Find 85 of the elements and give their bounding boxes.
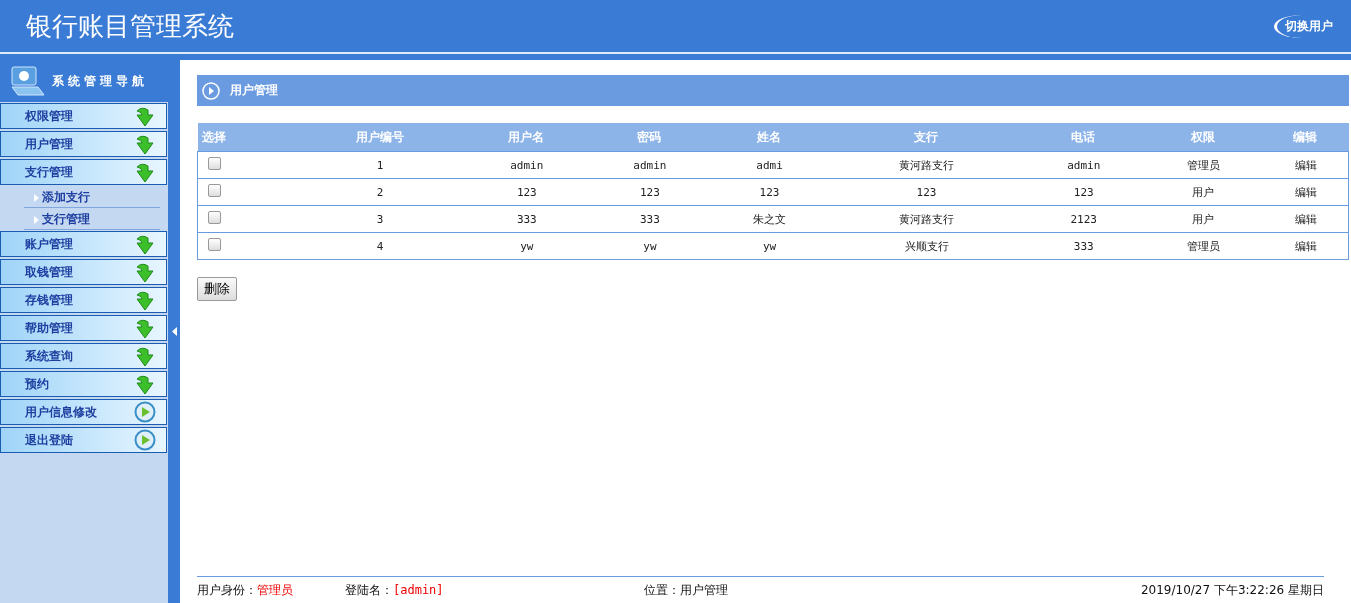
arrow-down-icon [134, 317, 156, 339]
panel-title: 用户管理 [230, 82, 278, 99]
arrow-down-icon [134, 233, 156, 255]
nav-item[interactable]: 存钱管理 [0, 287, 167, 313]
nav-item[interactable]: 预约 [0, 371, 167, 397]
edit-link[interactable]: 编辑 [1294, 185, 1317, 199]
arrow-down-icon [134, 105, 156, 127]
location-text: 位置：用户管理 [643, 581, 728, 599]
table-cell: 用户 [1143, 205, 1264, 233]
nav-title: 系统管理导航 [52, 72, 148, 90]
nav-subitem[interactable]: 添加支行 [24, 188, 160, 208]
arrow-down-icon [134, 373, 156, 395]
nav-item[interactable]: 用户管理 [0, 131, 167, 157]
table-cell: admin [589, 151, 710, 179]
arrow-down-icon [134, 161, 156, 183]
nav-item[interactable]: 账户管理 [0, 231, 167, 257]
table-cell: 黄河路支行 [829, 151, 1024, 179]
arrow-down-icon [134, 289, 156, 311]
checkbox[interactable] [208, 238, 221, 251]
table-cell: 333 [589, 205, 710, 233]
arrow-down-icon [134, 345, 156, 367]
column-header: 权限 [1143, 123, 1264, 152]
collapse-icon[interactable] [171, 327, 177, 336]
nav-item[interactable]: 支行管理 [0, 159, 167, 185]
edit-link[interactable]: 编辑 [1294, 239, 1317, 253]
laptop-icon [8, 65, 46, 97]
column-header: 密码 [589, 123, 710, 152]
checkbox[interactable] [208, 157, 221, 170]
column-header: 支行 [829, 123, 1024, 152]
table-cell: 2 [296, 178, 464, 206]
circle-play-icon [202, 81, 220, 100]
table-cell: 用户 [1143, 178, 1264, 206]
nav-item[interactable]: 系统查询 [0, 343, 167, 369]
table-cell: admin [463, 151, 590, 179]
table-cell: 管理员 [1143, 232, 1264, 260]
table-cell: 黄河路支行 [829, 205, 1024, 233]
table-cell: 123 [1023, 178, 1144, 206]
table-cell: 123 [829, 178, 1024, 206]
triangle-icon [34, 193, 39, 202]
login-label: 登陆名： [345, 581, 393, 599]
identity-value: 管理员 [257, 581, 293, 599]
nav-item[interactable]: 用户信息修改 [0, 399, 167, 425]
nav-item[interactable]: 退出登陆 [0, 427, 167, 453]
table-cell: yw [463, 232, 590, 260]
table-cell: 1 [296, 151, 464, 179]
edit-link[interactable]: 编辑 [1294, 212, 1317, 226]
table-cell: 兴顺支行 [829, 232, 1024, 260]
column-header: 选择 [197, 123, 297, 152]
nav-item[interactable]: 权限管理 [0, 103, 167, 129]
delete-button[interactable]: 删除 [197, 277, 237, 301]
table-cell: yw [589, 232, 710, 260]
table-cell: admi [709, 151, 830, 179]
column-header: 电话 [1023, 123, 1144, 152]
app-title: 银行账目管理系统 [26, 9, 234, 43]
table-cell: admin [1023, 151, 1144, 179]
checkbox[interactable] [208, 211, 221, 224]
table-cell: 管理员 [1143, 151, 1264, 179]
table-cell: 2123 [1023, 205, 1144, 233]
play-icon [134, 429, 156, 451]
table-cell: 4 [296, 232, 464, 260]
column-header: 姓名 [709, 123, 830, 152]
table-cell: 3 [296, 205, 464, 233]
table-cell: 123 [463, 178, 590, 206]
play-icon [134, 401, 156, 423]
arrow-down-icon [134, 261, 156, 283]
datetime-text: 2019/10/27 下午3:22:26 星期日 [1140, 581, 1324, 599]
edit-link[interactable]: 编辑 [1294, 158, 1317, 172]
table-cell: 333 [463, 205, 590, 233]
table-cell: 123 [589, 178, 710, 206]
table-cell: 333 [1023, 232, 1144, 260]
nav-item[interactable]: 取钱管理 [0, 259, 167, 285]
identity-label: 用户身份： [197, 581, 257, 599]
nav-subitem[interactable]: 支行管理 [24, 210, 160, 230]
table-cell: 朱之文 [709, 205, 830, 233]
column-header: 用户名 [463, 123, 590, 152]
column-header: 编辑 [1263, 123, 1349, 152]
arrow-down-icon [134, 133, 156, 155]
column-header: 用户编号 [296, 123, 464, 152]
checkbox[interactable] [208, 184, 221, 197]
triangle-icon [34, 215, 39, 224]
switch-user-button[interactable]: 切换用户 [1274, 14, 1341, 38]
table-cell: 123 [709, 178, 830, 206]
nav-item[interactable]: 帮助管理 [0, 315, 167, 341]
login-value: [admin] [393, 583, 444, 597]
table-cell: yw [709, 232, 830, 260]
